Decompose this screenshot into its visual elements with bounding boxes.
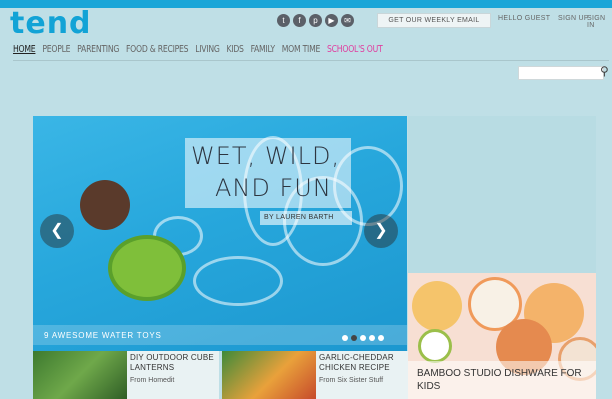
twitter-icon[interactable]: t xyxy=(277,14,290,27)
card-source: From Six Sister Stuff xyxy=(319,377,384,384)
slide-dot[interactable] xyxy=(369,335,375,341)
main-nav: HOME PEOPLE PARENTING FOOD & RECIPES LIV… xyxy=(13,44,383,55)
slide-dot[interactable] xyxy=(378,335,384,341)
nav-item-people[interactable]: PEOPLE xyxy=(42,44,70,55)
article-card[interactable]: GARLIC-CHEDDAR CHICKEN RECIPE From Six S… xyxy=(222,351,408,399)
dishware-title[interactable]: BAMBOO STUDIO DISHWARE FOR KIDS xyxy=(417,367,587,393)
hero-caption[interactable]: 9 AWESOME WATER TOYS xyxy=(44,331,162,340)
card-title[interactable]: DIY OUTDOOR CUBE LANTERNS xyxy=(130,353,225,373)
search-input[interactable] xyxy=(518,66,604,80)
facebook-icon[interactable]: f xyxy=(293,14,306,27)
nav-divider xyxy=(13,60,609,61)
card-thumbnail[interactable] xyxy=(222,351,316,399)
slide-dot-active[interactable] xyxy=(351,335,357,341)
swimmer-child-image xyxy=(80,180,130,230)
card-thumbnail[interactable] xyxy=(33,351,127,399)
slide-dot[interactable] xyxy=(342,335,348,341)
email-icon[interactable]: ✉ xyxy=(341,14,354,27)
hero-title-line1: WET, WILD, xyxy=(191,142,341,170)
water-toy-image xyxy=(108,235,186,301)
pinterest-icon[interactable]: p xyxy=(309,14,322,27)
nav-item-home[interactable]: HOME xyxy=(13,44,36,55)
slide-dot[interactable] xyxy=(360,335,366,341)
hero-title-box: WET, WILD, AND FUN xyxy=(185,138,351,208)
sign-in-link[interactable]: SIGN IN xyxy=(587,15,612,29)
sign-up-link[interactable]: SIGN UP xyxy=(558,15,589,22)
sidebar-panel xyxy=(408,116,596,273)
top-accent-bar xyxy=(0,0,612,8)
card-source: From Homedit xyxy=(130,377,175,384)
nav-item-parenting[interactable]: PARENTING xyxy=(77,44,119,55)
hero-byline: BY LAUREN BARTH xyxy=(260,211,352,225)
site-logo[interactable]: tend xyxy=(10,6,92,41)
greeting-text: HELLO GUEST xyxy=(498,15,551,22)
article-card[interactable]: DIY OUTDOOR CUBE LANTERNS From Homedit xyxy=(33,351,219,399)
social-icons: t f p ▶ ✉ xyxy=(277,14,354,27)
hero-title-line2: AND FUN xyxy=(215,174,332,202)
nav-item-living[interactable]: LIVING xyxy=(195,44,220,55)
slide-dots xyxy=(342,335,384,341)
youtube-icon[interactable]: ▶ xyxy=(325,14,338,27)
nav-item-kids[interactable]: KIDS xyxy=(226,44,243,55)
next-slide-arrow[interactable]: ❯ xyxy=(364,214,398,248)
search-icon[interactable]: ⚲ xyxy=(600,64,609,78)
nav-item-schools-out[interactable]: SCHOOL'S OUT xyxy=(327,44,383,55)
weekly-email-button[interactable]: GET OUR WEEKLY EMAIL xyxy=(377,13,491,28)
card-title[interactable]: GARLIC-CHEDDAR CHICKEN RECIPE xyxy=(319,353,414,373)
prev-slide-arrow[interactable]: ❮ xyxy=(40,214,74,248)
nav-item-mom-time[interactable]: MOM TIME xyxy=(282,44,321,55)
nav-item-food-recipes[interactable]: FOOD & RECIPES xyxy=(126,44,189,55)
nav-item-family[interactable]: FAMILY xyxy=(251,44,276,55)
